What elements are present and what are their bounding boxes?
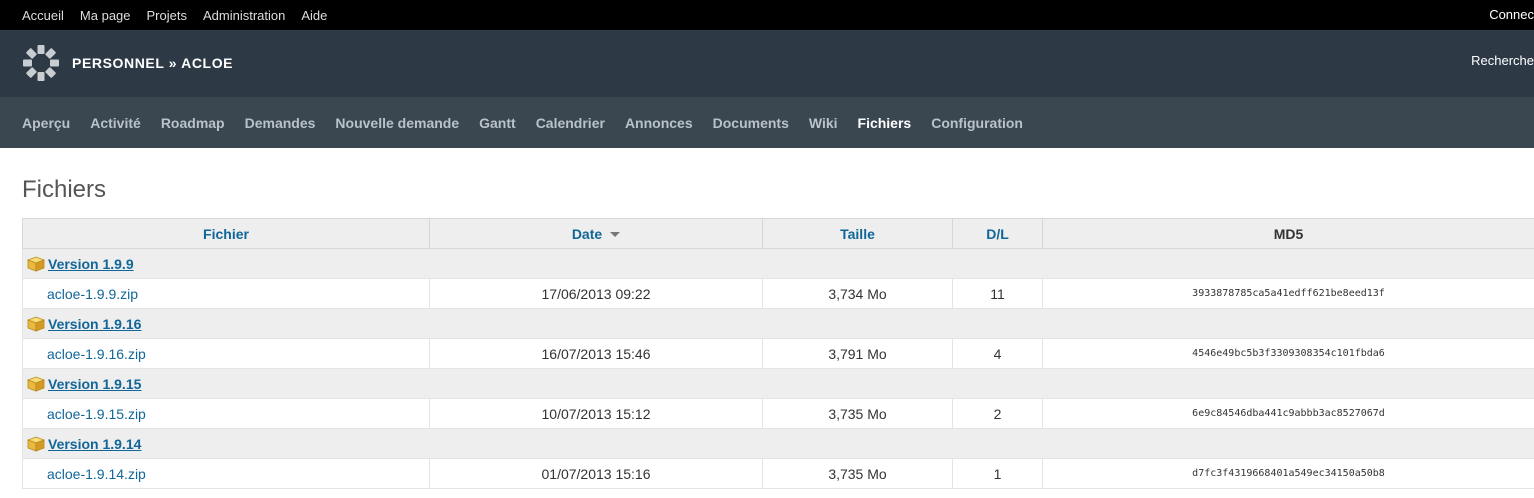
file-download-link[interactable]: acloe-1.9.14.zip: [47, 466, 146, 482]
package-icon: [27, 436, 45, 452]
version-link[interactable]: Version 1.9.9: [48, 256, 134, 272]
tab-documents[interactable]: Documents: [713, 115, 789, 131]
tab-activity[interactable]: Activité: [90, 115, 141, 131]
file-md5: d7fc3f4319668401a549ec34150a50b8: [1042, 458, 1534, 489]
file-downloads: 2: [952, 398, 1043, 429]
package-icon: [27, 376, 45, 392]
version-cell: Version 1.9.14: [22, 428, 1534, 459]
version-cell: Version 1.9.15: [22, 368, 1534, 399]
top-menu: Accueil Ma page Projets Administration A…: [22, 0, 343, 30]
top-menu-help-link[interactable]: Aide: [301, 8, 327, 23]
column-header-date-label: Date: [571, 225, 603, 242]
files-table: Fichier Date Taille D/L MD5 Version 1.9.…: [22, 218, 1534, 489]
tab-new-issue[interactable]: Nouvelle demande: [335, 115, 459, 131]
tab-calendar[interactable]: Calendrier: [536, 115, 605, 131]
sort-desc-icon: [610, 232, 621, 238]
file-size: 3,735 Mo: [762, 398, 953, 429]
tab-settings[interactable]: Configuration: [931, 115, 1023, 131]
header: PERSONNEL » ACLOE Recherche: [0, 30, 1534, 97]
version-row: Version 1.9.15: [22, 368, 1534, 399]
column-header-size-label: Taille: [840, 225, 875, 242]
tab-files[interactable]: Fichiers: [858, 115, 912, 131]
file-md5: 4546e49bc5b3f3309308354c101fbda6: [1042, 338, 1534, 369]
file-row: acloe-1.9.16.zip 16/07/2013 15:46 3,791 …: [22, 338, 1534, 369]
tab-issues[interactable]: Demandes: [245, 115, 316, 131]
column-header-file-label: Fichier: [203, 225, 249, 242]
file-md5: 6e9c84546dba441c9abbb3ac8527067d: [1042, 398, 1534, 429]
file-download-link[interactable]: acloe-1.9.16.zip: [47, 346, 146, 362]
file-size: 3,734 Mo: [762, 278, 953, 309]
file-name-cell: acloe-1.9.16.zip: [22, 338, 430, 369]
file-date: 17/06/2013 09:22: [429, 278, 763, 309]
table-header-row: Fichier Date Taille D/L MD5: [22, 218, 1534, 249]
column-header-downloads[interactable]: D/L: [952, 218, 1043, 249]
search-label: Recherche: [1471, 53, 1534, 68]
column-header-md5-label: MD5: [1273, 225, 1304, 242]
tab-overview[interactable]: Aperçu: [22, 115, 70, 131]
package-icon: [27, 256, 45, 272]
version-link[interactable]: Version 1.9.14: [48, 436, 141, 452]
column-header-date[interactable]: Date: [429, 218, 763, 249]
column-header-file[interactable]: Fichier: [22, 218, 430, 249]
file-download-link[interactable]: acloe-1.9.15.zip: [47, 406, 146, 422]
version-cell: Version 1.9.9: [22, 248, 1534, 279]
package-icon: [27, 316, 45, 332]
file-date: 16/07/2013 15:46: [429, 338, 763, 369]
file-name-cell: acloe-1.9.15.zip: [22, 398, 430, 429]
file-size: 3,791 Mo: [762, 338, 953, 369]
file-row: acloe-1.9.9.zip 17/06/2013 09:22 3,734 M…: [22, 278, 1534, 309]
file-name-cell: acloe-1.9.9.zip: [22, 278, 430, 309]
account-link[interactable]: Connec: [1489, 0, 1534, 30]
version-cell: Version 1.9.16: [22, 308, 1534, 339]
file-name-cell: acloe-1.9.14.zip: [22, 458, 430, 489]
version-link[interactable]: Version 1.9.16: [48, 316, 141, 332]
tab-roadmap[interactable]: Roadmap: [161, 115, 225, 131]
file-date: 01/07/2013 15:16: [429, 458, 763, 489]
file-download-link[interactable]: acloe-1.9.9.zip: [47, 286, 138, 302]
file-downloads: 4: [952, 338, 1043, 369]
project-title: PERSONNEL » ACLOE: [72, 55, 234, 71]
version-row: Version 1.9.9: [22, 248, 1534, 279]
file-row: acloe-1.9.14.zip 01/07/2013 15:16 3,735 …: [22, 458, 1534, 489]
file-size: 3,735 Mo: [762, 458, 953, 489]
version-row: Version 1.9.16: [22, 308, 1534, 339]
tab-wiki[interactable]: Wiki: [809, 115, 838, 131]
top-menu-projects-link[interactable]: Projets: [147, 8, 187, 23]
file-downloads: 1: [952, 458, 1043, 489]
file-downloads: 11: [952, 278, 1043, 309]
logo-icon: [23, 45, 59, 81]
file-md5: 3933878785ca5a41edff621be8eed13f: [1042, 278, 1534, 309]
top-menu-my-page-link[interactable]: Ma page: [80, 8, 131, 23]
version-link[interactable]: Version 1.9.15: [48, 376, 141, 392]
column-header-size[interactable]: Taille: [762, 218, 953, 249]
top-menu-administration-link[interactable]: Administration: [203, 8, 285, 23]
tab-news[interactable]: Annonces: [625, 115, 693, 131]
file-date: 10/07/2013 15:12: [429, 398, 763, 429]
page-title: Fichiers: [22, 176, 107, 203]
project-menu: Aperçu Activité Roadmap Demandes Nouvell…: [0, 97, 1534, 148]
version-row: Version 1.9.14: [22, 428, 1534, 459]
column-header-downloads-label: D/L: [986, 225, 1009, 242]
column-header-md5: MD5: [1042, 218, 1534, 249]
file-row: acloe-1.9.15.zip 10/07/2013 15:12 3,735 …: [22, 398, 1534, 429]
top-menu-home-link[interactable]: Accueil: [22, 8, 64, 23]
top-account-bar: Accueil Ma page Projets Administration A…: [0, 0, 1534, 30]
tab-gantt[interactable]: Gantt: [479, 115, 516, 131]
